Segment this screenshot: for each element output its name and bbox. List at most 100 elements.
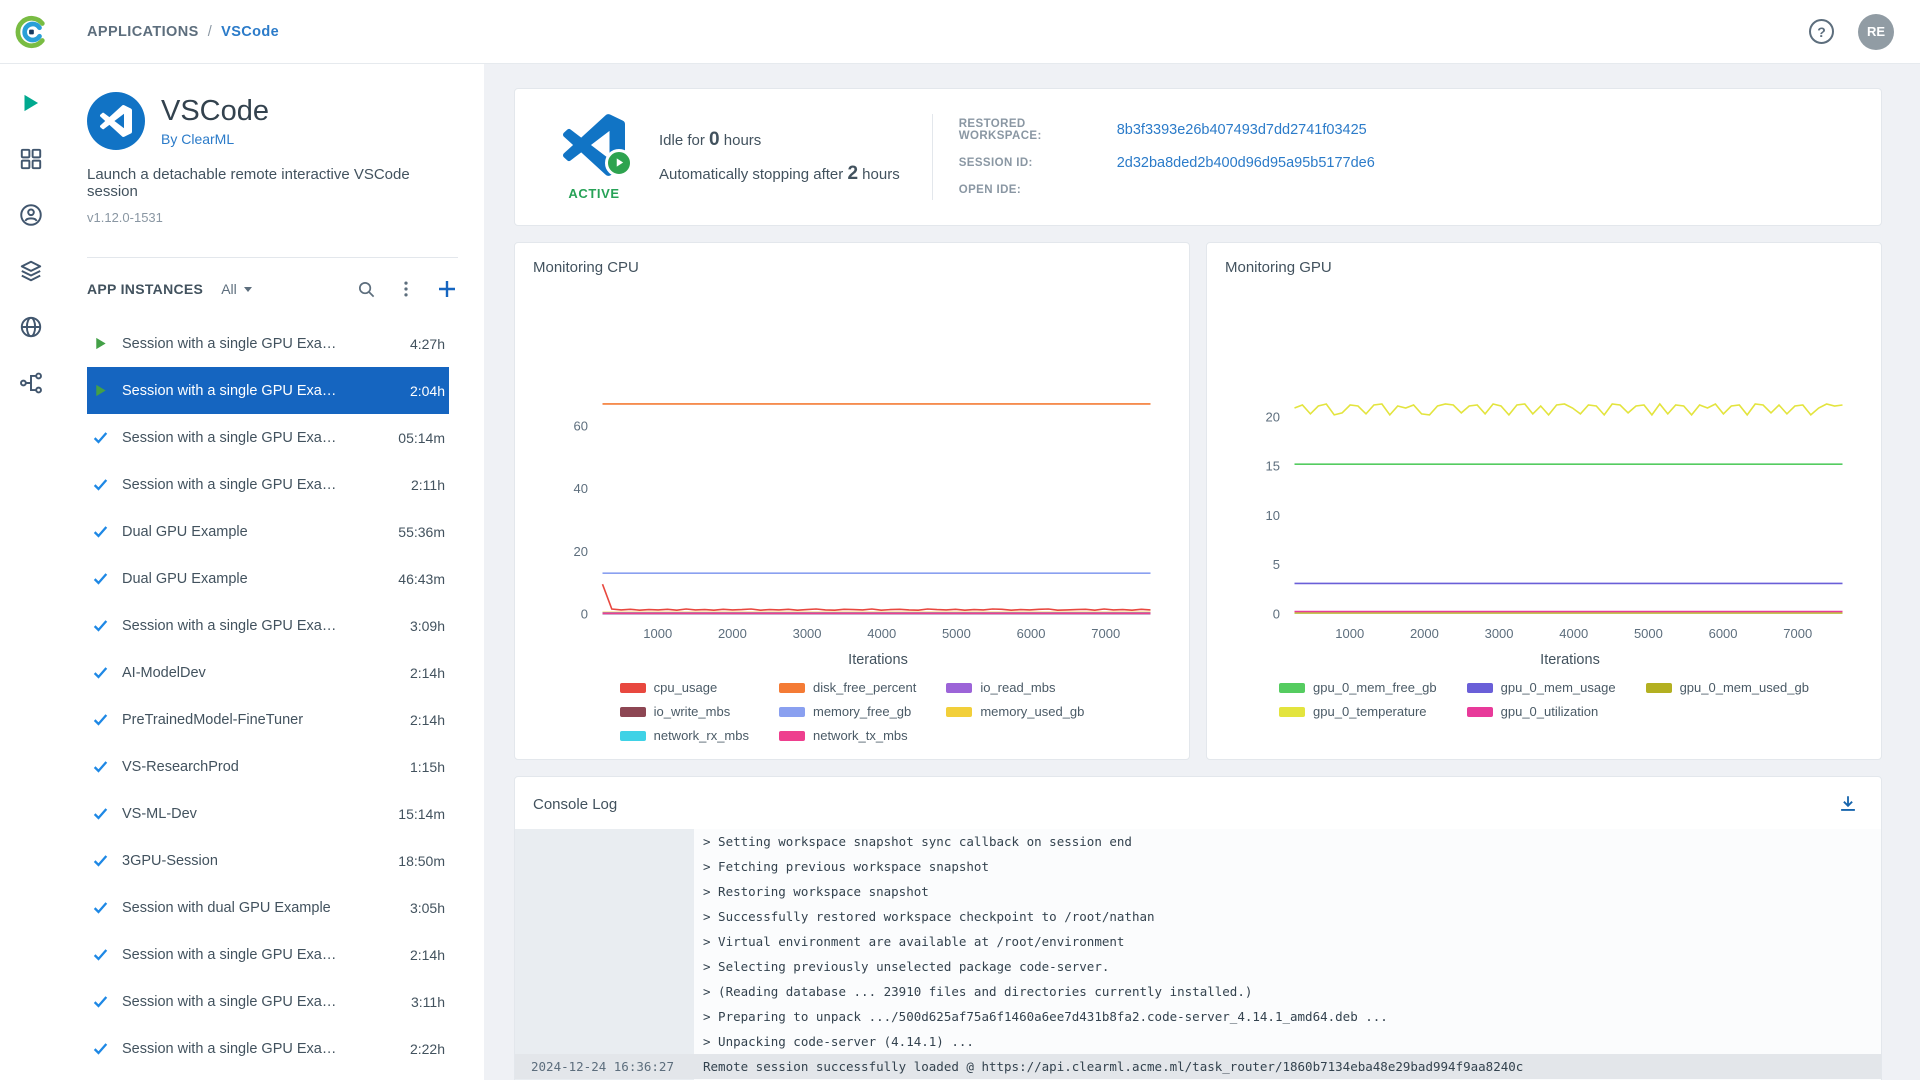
log-timestamp <box>515 954 694 979</box>
breadcrumb-applications[interactable]: APPLICATIONS <box>87 24 199 40</box>
instances-filter-dropdown[interactable]: All <box>221 281 252 297</box>
dashboard-icon[interactable] <box>18 146 44 172</box>
legend-label: io_write_mbs <box>653 704 731 719</box>
clearml-logo-icon <box>15 15 45 48</box>
instance-duration: 05:14m <box>398 429 445 446</box>
check-icon <box>93 996 107 1008</box>
kebab-menu-icon[interactable] <box>397 280 415 298</box>
list-item[interactable]: Session with a single GPU Exa… 2:14h <box>87 931 449 978</box>
log-timestamp <box>515 929 694 954</box>
svg-text:20: 20 <box>1266 409 1280 424</box>
instance-name: Dual GPU Example <box>122 570 248 587</box>
console-log-area[interactable]: > Setting workspace snapshot sync callba… <box>515 829 1881 1080</box>
log-message: > Successfully restored workspace checkp… <box>703 909 1155 924</box>
list-item[interactable]: VS-ML-Dev 15:14m <box>87 790 449 837</box>
legend-item[interactable]: gpu_0_mem_used_gb <box>1645 680 1809 695</box>
list-item[interactable]: 3GPU-Session 18:50m <box>87 837 449 884</box>
svg-text:60: 60 <box>574 418 588 433</box>
list-item[interactable]: Session with a single GPU Exa… 2:11h <box>87 461 449 508</box>
legend-item[interactable]: network_tx_mbs <box>778 728 916 743</box>
legend-item[interactable]: io_write_mbs <box>619 704 749 719</box>
app-description: Launch a detachable remote interactive V… <box>87 166 410 200</box>
legend-label: gpu_0_mem_usage <box>1500 680 1616 695</box>
instance-duration: 3:09h <box>409 617 445 634</box>
legend-swatch <box>778 730 805 741</box>
legend-item[interactable]: gpu_0_mem_free_gb <box>1279 680 1437 695</box>
svg-text:0: 0 <box>581 607 588 622</box>
pipelines-icon[interactable] <box>18 370 44 396</box>
list-item[interactable]: Dual GPU Example 55:36m <box>87 508 449 555</box>
svg-text:6000: 6000 <box>1017 626 1046 641</box>
download-icon[interactable] <box>1837 793 1859 815</box>
instance-duration: 46:43m <box>398 570 445 587</box>
legend-item[interactable]: memory_used_gb <box>946 704 1084 719</box>
list-item[interactable]: Session with a single GPU Exa… 4:27h <box>87 320 449 367</box>
idle-unit: hours <box>719 132 762 149</box>
svg-text:15: 15 <box>1266 459 1280 474</box>
legend-item[interactable]: cpu_usage <box>619 680 749 695</box>
log-timestamp <box>515 904 694 929</box>
nav-rail <box>0 64 61 1080</box>
app-panel: VSCode By ClearML Launch a detachable re… <box>61 64 484 1080</box>
list-item[interactable]: VS-ResearchProd 1:15h <box>87 743 449 790</box>
search-icon[interactable] <box>357 280 376 299</box>
legend-item[interactable]: io_read_mbs <box>946 680 1084 695</box>
workers-icon[interactable] <box>18 202 44 228</box>
list-item[interactable]: PreTrainedModel-FineTuner 2:14h <box>87 696 449 743</box>
cpu-chart-card: Monitoring CPU 0 20 40 60 1000 2000 3000 4000 50… <box>514 242 1190 760</box>
svg-text:7000: 7000 <box>1091 626 1120 641</box>
byline-link[interactable]: By ClearML <box>161 131 269 147</box>
applications-icon[interactable] <box>18 90 44 116</box>
check-icon <box>93 479 107 491</box>
restored-workspace-link[interactable]: 8b3f3393e26b407493d7dd2741f03425 <box>1117 122 1375 138</box>
legend-swatch <box>946 682 973 693</box>
console-log-line: > Virtual environment are available at /… <box>515 929 1881 954</box>
console-log-line: > (Reading database ... 23910 files and … <box>515 979 1881 1004</box>
legend-label: network_rx_mbs <box>653 728 749 743</box>
legend-swatch <box>778 682 805 693</box>
list-item[interactable]: Session with a single GPU Exa… 05:14m <box>87 414 449 461</box>
console-log-line: > Selecting previously unselected packag… <box>515 954 1881 979</box>
avatar[interactable]: RE <box>1858 13 1894 50</box>
check-icon <box>93 667 107 679</box>
datasets-icon[interactable] <box>18 258 44 284</box>
svg-text:10: 10 <box>1266 508 1280 523</box>
console-log-line: > Fetching previous workspace snapshot <box>515 854 1881 879</box>
legend-item[interactable]: disk_free_percent <box>778 680 916 695</box>
list-item[interactable]: Session with dual GPU Example 3:05h <box>87 884 449 931</box>
help-icon[interactable]: ? <box>1809 19 1834 44</box>
legend-item[interactable]: network_rx_mbs <box>619 728 749 743</box>
session-status-card: ACTIVE Idle for 0 hours Automatically st… <box>514 88 1882 226</box>
clearml-logo[interactable] <box>0 15 61 49</box>
check-icon <box>93 1043 107 1055</box>
instance-name: Dual GPU Example <box>122 523 248 540</box>
idle-value: 0 <box>709 129 720 150</box>
legend-item[interactable]: gpu_0_mem_usage <box>1466 680 1616 695</box>
legend-item[interactable]: memory_free_gb <box>778 704 916 719</box>
legend-swatch <box>778 706 805 717</box>
breadcrumb-separator: / <box>207 23 213 40</box>
check-icon <box>93 761 107 773</box>
session-id-link[interactable]: 2d32ba8ded2b400d96d95a95b5177de6 <box>1117 155 1375 171</box>
log-timestamp <box>515 1004 694 1029</box>
list-item[interactable]: AI-ModelDev 2:14h <box>87 649 449 696</box>
cpu-chart-title: Monitoring CPU <box>533 259 639 276</box>
list-item[interactable]: Session with a single GPU Exa… 2:22h <box>87 1025 449 1072</box>
instance-name: Session with a single GPU Exa… <box>122 429 337 446</box>
legend-item[interactable]: gpu_0_utilization <box>1466 704 1616 719</box>
page-title: VSCode <box>161 95 270 127</box>
svg-text:5: 5 <box>1273 557 1280 572</box>
list-item[interactable]: Session with a single GPU Exa… 2:04h <box>87 367 449 414</box>
list-item[interactable]: Dual GPU Example 46:43m <box>87 555 449 602</box>
legend-swatch <box>1279 706 1306 717</box>
check-icon <box>93 902 107 914</box>
add-instance-icon[interactable] <box>436 278 458 300</box>
svg-text:Iterations: Iterations <box>848 652 908 668</box>
legend-item[interactable]: gpu_0_temperature <box>1279 704 1437 719</box>
list-item[interactable]: Session with a single GPU Exa… 3:09h <box>87 602 449 649</box>
svg-text:3000: 3000 <box>1485 626 1514 641</box>
list-item[interactable]: Session with a single GPU Exa… 3:11h <box>87 978 449 1025</box>
gpu-chart-title: Monitoring GPU <box>1225 259 1332 276</box>
breadcrumb-current-page: VSCode <box>221 23 280 40</box>
reports-icon[interactable] <box>18 314 44 340</box>
